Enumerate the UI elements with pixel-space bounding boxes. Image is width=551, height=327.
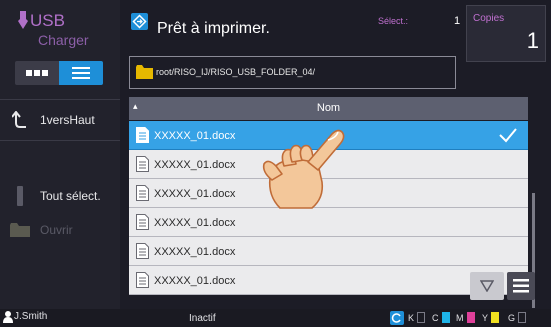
- column-header-label: Nom: [316, 102, 341, 114]
- view-toggle: [15, 61, 103, 85]
- folder-path: root/RISO_IJ/RISO_USB_FOLDER_04/: [129, 56, 456, 89]
- path-text: root/RISO_IJ/RISO_USB_FOLDER_04/: [156, 67, 316, 77]
- ink-level-c: C: [432, 312, 450, 323]
- document-icon: [136, 156, 149, 172]
- triangle-down-icon: [480, 280, 494, 292]
- thumbnail-view-button[interactable]: [15, 61, 59, 85]
- divider: [0, 140, 120, 141]
- file-row[interactable]: XXXXX_01.docx: [129, 266, 528, 295]
- status-bar: J.Smith Inactif K C M Y G: [0, 309, 551, 327]
- file-name: XXXXX_01.docx: [154, 159, 236, 171]
- user-icon: [3, 311, 13, 323]
- open-button[interactable]: Ouvrir: [0, 210, 120, 250]
- list-view-icon: [72, 67, 90, 79]
- file-name: XXXXX_01.docx: [154, 275, 236, 287]
- touch-hand-icon: [262, 129, 345, 209]
- select-all-label: Tout sélect.: [40, 189, 101, 203]
- copies-value: 1: [526, 28, 539, 53]
- ink-level-y: Y: [482, 312, 500, 323]
- list-view-button[interactable]: [59, 61, 103, 85]
- up-level-button[interactable]: 1versHaut: [0, 100, 120, 140]
- file-name: XXXXX_01.docx: [154, 130, 236, 142]
- print-ready-icon: [131, 13, 148, 30]
- hamburger-menu-icon: [513, 279, 529, 293]
- checkmark-icon: [499, 128, 517, 143]
- ink-level-k: K: [408, 312, 426, 323]
- selected-label: Sélect.:: [378, 16, 409, 26]
- file-name: XXXXX_01.docx: [154, 188, 236, 200]
- copies-field[interactable]: Copies 1: [466, 5, 546, 62]
- usb-source-header: USB Charger: [10, 10, 115, 58]
- usb-icon: [18, 11, 28, 29]
- document-icon: [136, 272, 149, 288]
- copies-label: Copies: [473, 13, 505, 24]
- usb-subtitle: Charger: [38, 32, 89, 48]
- document-icon: [136, 127, 149, 143]
- up-level-label: 1versHaut: [40, 113, 95, 127]
- user-name: J.Smith: [14, 311, 48, 322]
- return-arrow-icon: [0, 111, 40, 129]
- usb-print-screen: USB Charger 1versHaut Tout sélect. Ouvri…: [0, 0, 551, 327]
- document-icon: [136, 243, 149, 259]
- file-name: XXXXX_01.docx: [154, 217, 236, 229]
- ink-level-g: G: [508, 312, 527, 323]
- refresh-icon: [390, 311, 404, 325]
- folder-icon: [136, 65, 153, 79]
- ink-level-m: M: [456, 312, 475, 323]
- thumbnail-view-icon: [26, 70, 48, 76]
- usb-title: USB: [30, 11, 65, 30]
- document-icon: [136, 185, 149, 201]
- open-label: Ouvrir: [40, 223, 73, 237]
- scroll-down-button[interactable]: [470, 272, 504, 300]
- file-name: XXXXX_01.docx: [154, 246, 236, 258]
- sidebar: USB Charger 1versHaut Tout sélect. Ouvri…: [0, 0, 120, 309]
- column-header-name[interactable]: ▴ Nom: [129, 97, 528, 120]
- page-title: Prêt à imprimer.: [157, 20, 270, 37]
- folder-icon: [0, 223, 40, 237]
- printer-state: Inactif: [189, 313, 216, 324]
- header: Prêt à imprimer. Sélect.: 1: [120, 0, 465, 47]
- menu-button[interactable]: [507, 272, 535, 300]
- select-all-icon: [0, 186, 40, 206]
- document-icon: [136, 214, 149, 230]
- file-row[interactable]: XXXXX_01.docx: [129, 237, 528, 266]
- selected-count: 1: [454, 15, 461, 27]
